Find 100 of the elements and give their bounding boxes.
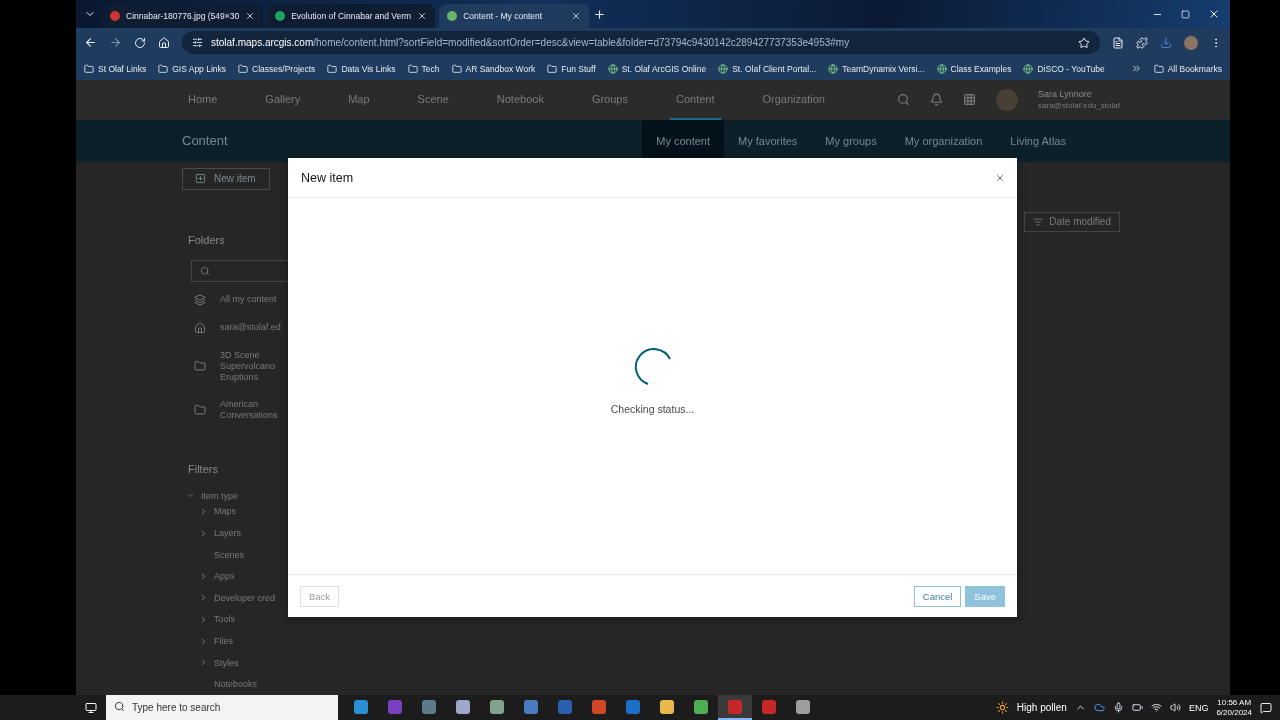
clock[interactable]: 10:56 AM 6/20/2024 (1216, 697, 1252, 718)
app-grid-icon[interactable] (963, 93, 977, 107)
close-icon[interactable] (245, 11, 256, 21)
browser-tab[interactable]: Content - My content (439, 4, 590, 28)
cloud-icon[interactable] (1093, 702, 1105, 713)
wifi-icon[interactable] (1150, 702, 1162, 713)
bookmark[interactable]: Class Examples (936, 63, 1012, 74)
folder-icon (84, 63, 94, 74)
app-icon (456, 699, 470, 714)
more-bookmarks-icon[interactable] (1130, 63, 1142, 74)
filter-item[interactable]: Tools (182, 608, 382, 631)
nav-link[interactable]: Gallery (259, 80, 307, 120)
content-icon (194, 293, 206, 306)
folder-item[interactable]: American Conversations (182, 392, 382, 427)
app-icon (558, 699, 572, 714)
content-tab[interactable]: My groups (811, 119, 891, 162)
favicon-icon (275, 11, 286, 21)
app-icon (354, 699, 368, 714)
restore-icon[interactable] (1181, 9, 1190, 19)
chevron-icon[interactable] (199, 593, 208, 603)
content-tab[interactable]: My organization (890, 119, 997, 162)
profile-avatar[interactable] (1184, 35, 1198, 50)
browser-tab[interactable]: Cinnabar-180776.jpg (549×30 (102, 4, 264, 28)
extensions-icon[interactable] (1136, 36, 1148, 49)
nav-link[interactable]: Notebook (490, 80, 550, 120)
filter-item[interactable]: Styles (182, 651, 382, 674)
download-icon[interactable] (1160, 36, 1172, 49)
reload-icon[interactable] (134, 36, 146, 49)
app-icon (694, 699, 708, 714)
bookmark[interactable]: Tech (407, 63, 440, 74)
filter-item[interactable]: Apps (182, 565, 382, 588)
nav-link[interactable]: Home (182, 80, 224, 120)
notification-icon[interactable] (1260, 701, 1272, 714)
bookmark[interactable]: TeamDynamix Versi... (828, 63, 925, 74)
bookmark[interactable]: Fun Stuff (547, 63, 596, 74)
app-icon (796, 699, 810, 714)
chevron-icon[interactable] (199, 658, 208, 668)
close-icon[interactable] (1208, 8, 1220, 20)
back-icon[interactable] (84, 36, 97, 49)
sort-button[interactable]: Date modified (1024, 211, 1120, 232)
address-bar[interactable]: stolaf.maps.arcgis.com/home/content.html?sortField=modified&sortOrder=desc&view=table&folder=d73794c9430142c289427737353e4953#my (182, 31, 1100, 54)
new-item-button[interactable]: New item (182, 167, 270, 190)
nav-link[interactable]: Groups (585, 80, 634, 120)
chevron-icon[interactable] (199, 636, 208, 646)
home-icon[interactable] (158, 36, 170, 49)
app-icon (490, 699, 504, 714)
taskbar-search-field[interactable]: Type here to search (106, 695, 338, 720)
chevron-icon[interactable] (199, 571, 208, 581)
sun-icon (995, 701, 1009, 714)
filter-item[interactable]: Notebooks (182, 673, 382, 695)
bookmark[interactable]: St. Olaf ArcGIS Online (607, 63, 707, 74)
folder-item[interactable]: sara@stolaf.ed (182, 315, 382, 340)
close-icon[interactable] (417, 11, 428, 21)
volume-icon[interactable] (1169, 702, 1181, 713)
close-icon[interactable] (571, 11, 582, 21)
folder-icon (194, 360, 206, 373)
chevron-icon[interactable] (199, 614, 208, 624)
browser-tab[interactable]: Evolution of Cinnabar and Verm (267, 4, 436, 28)
bookmark[interactable]: St. Olaf Client Portal... (718, 63, 817, 74)
microphone-icon[interactable] (1112, 702, 1124, 713)
search-icon[interactable] (897, 93, 911, 107)
star-icon[interactable] (1078, 36, 1090, 49)
taskbar-app[interactable] (718, 695, 752, 720)
content-tab[interactable]: Living Atlas (996, 119, 1080, 162)
bell-icon[interactable] (930, 93, 944, 107)
app-icon (728, 699, 742, 714)
page-title: Content (182, 133, 229, 149)
folder-icon (547, 63, 558, 74)
bookmark[interactable]: St Olaf Links (84, 63, 147, 74)
filter-item[interactable]: Layers (182, 522, 382, 544)
bookmark[interactable]: Classes/Projects (238, 63, 316, 74)
document-icon[interactable] (1112, 36, 1124, 49)
filter-group[interactable]: Item type (186, 490, 382, 501)
chevron-icon[interactable] (199, 506, 208, 516)
dialog-button[interactable]: Cancel (913, 585, 962, 607)
bookmark[interactable]: AR Sandbox Work (451, 63, 536, 74)
bookmark[interactable]: GIS App Links (158, 63, 227, 74)
folder-item[interactable]: All my content (182, 287, 382, 312)
app-icon (524, 699, 538, 714)
filter-item[interactable]: Maps (182, 500, 382, 523)
bookmark[interactable]: DiSCO - YouTube (1023, 63, 1105, 74)
content-tab[interactable]: My favorites (724, 119, 812, 162)
folder-icon (194, 403, 206, 416)
site-settings-icon[interactable] (192, 37, 203, 48)
nav-link[interactable]: Map (342, 80, 376, 120)
filter-item[interactable]: Files (182, 630, 382, 652)
weather-text[interactable]: High pollen (1016, 702, 1067, 713)
user-name: Sara Lynnore (1038, 89, 1093, 100)
language-indicator[interactable]: ENG (1188, 702, 1209, 713)
bookmark[interactable]: Data Vis Links (327, 63, 396, 74)
close-icon[interactable] (995, 172, 1005, 183)
nav-link[interactable]: Organization (756, 80, 831, 120)
nav-link[interactable]: Scene (411, 80, 455, 120)
new-tab-icon[interactable] (593, 7, 607, 21)
battery-icon[interactable] (1131, 702, 1143, 713)
bookmark[interactable]: All Bookmarks (1153, 63, 1222, 74)
forward-icon[interactable] (109, 36, 122, 49)
filters-heading: Filters (188, 462, 219, 475)
folder-item[interactable]: 3D Scene Supervolcano Eruptions (182, 343, 382, 389)
chevron-icon[interactable] (199, 528, 208, 538)
